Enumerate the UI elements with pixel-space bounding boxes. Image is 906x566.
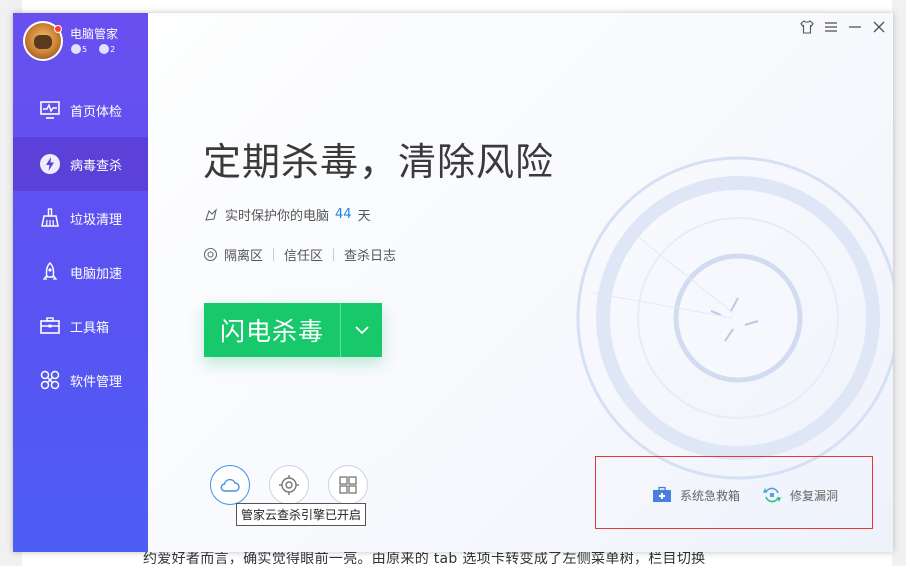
monitor-icon (39, 99, 61, 121)
page-headline: 定期杀毒，清除风险 (203, 140, 555, 184)
cloud-engine-button[interactable] (210, 465, 250, 505)
sidebar-item-junk-cleanup[interactable]: 垃圾清理 (13, 191, 148, 245)
protection-status: 实时保护你的电脑 44 天 (203, 205, 371, 224)
scan-log-link[interactable]: 查杀日志 (344, 245, 396, 264)
menu-icon (825, 22, 837, 32)
engine-tooltip: 管家云查杀引擎已开启 (236, 503, 367, 526)
minimize-button[interactable] (847, 19, 863, 35)
rescue-kit-icon (653, 486, 671, 502)
local-engine-button[interactable] (269, 465, 309, 505)
close-button[interactable] (871, 19, 887, 35)
skin-icon (800, 20, 814, 34)
close-icon (873, 21, 885, 33)
quarantine-link[interactable]: 隔离区 (224, 245, 263, 264)
protection-days: 44 (335, 207, 352, 222)
badge-count: 5 (82, 44, 88, 54)
avatar-face (34, 35, 52, 49)
tools-highlight-box: 系统急救箱 修复漏洞 (595, 456, 873, 529)
minimize-icon (849, 26, 861, 28)
system-repair-engine-button[interactable] (328, 465, 368, 505)
badge-2[interactable]: 2 (99, 44, 115, 54)
protection-days-unit: 天 (357, 209, 371, 224)
cloud-icon (220, 478, 240, 492)
sidebar-item-toolbox[interactable]: 工具箱 (13, 299, 148, 353)
scan-options-dropdown[interactable] (341, 303, 382, 357)
protection-text: 实时保护你的电脑 (225, 209, 330, 224)
user-badges: 5 2 (71, 44, 115, 54)
system-rescue-kit-button[interactable]: 系统急救箱 (652, 485, 740, 505)
quick-scan-button-group: 闪电杀毒 (204, 303, 382, 357)
sidebar: 电脑管家 5 2 首页体检 病毒查杀 垃圾清理 电脑加速 工具箱 软件管理 (13, 13, 148, 552)
sidebar-item-label: 病毒查杀 (70, 158, 123, 174)
badge-icon (71, 44, 81, 54)
sidebar-item-virus-scan[interactable]: 病毒查杀 (13, 137, 148, 191)
tool-label: 修复漏洞 (790, 488, 839, 503)
sidebar-item-label: 工具箱 (70, 320, 110, 336)
sidebar-item-home-checkup[interactable]: 首页体检 (13, 83, 148, 137)
quick-links: 隔离区 信任区 查杀日志 (203, 245, 396, 264)
lightning-shield-icon (39, 153, 61, 175)
skin-button[interactable] (799, 19, 815, 35)
broom-icon (39, 207, 61, 229)
badge-1[interactable]: 5 (71, 44, 87, 54)
shield-protect-icon (205, 207, 217, 221)
fix-vulnerabilities-button[interactable]: 修复漏洞 (762, 485, 838, 505)
sidebar-item-label: 首页体检 (70, 104, 123, 120)
notification-dot (54, 25, 62, 33)
scan-engines (210, 465, 368, 505)
sidebar-item-pc-speedup[interactable]: 电脑加速 (13, 245, 148, 299)
windows-icon (339, 476, 357, 494)
tool-label: 系统急救箱 (680, 488, 741, 503)
link-divider (273, 248, 275, 261)
pc-manager-window: 电脑管家 5 2 首页体检 病毒查杀 垃圾清理 电脑加速 工具箱 软件管理 定期… (13, 13, 893, 552)
software-icon (39, 369, 61, 391)
chevron-down-icon (354, 326, 369, 335)
sidebar-item-label: 软件管理 (70, 374, 123, 390)
trust-zone-link[interactable]: 信任区 (284, 245, 323, 264)
quarantine-icon (203, 247, 218, 262)
rocket-icon (39, 261, 61, 283)
badge-icon (99, 44, 110, 54)
quick-scan-button[interactable]: 闪电杀毒 (204, 303, 340, 357)
target-icon (279, 475, 299, 495)
repair-icon (763, 487, 781, 503)
scan-radar-decoration (576, 156, 893, 480)
app-name: 电脑管家 (70, 27, 119, 41)
toolbox-icon (39, 315, 61, 337)
sidebar-item-label: 垃圾清理 (70, 212, 123, 228)
window-controls (799, 19, 887, 35)
badge-count: 2 (110, 44, 116, 54)
sidebar-item-software-management[interactable]: 软件管理 (13, 353, 148, 407)
link-divider (333, 248, 335, 261)
sidebar-nav: 首页体检 病毒查杀 垃圾清理 电脑加速 工具箱 软件管理 (13, 83, 148, 407)
menu-button[interactable] (823, 19, 839, 35)
sidebar-item-label: 电脑加速 (70, 266, 123, 282)
